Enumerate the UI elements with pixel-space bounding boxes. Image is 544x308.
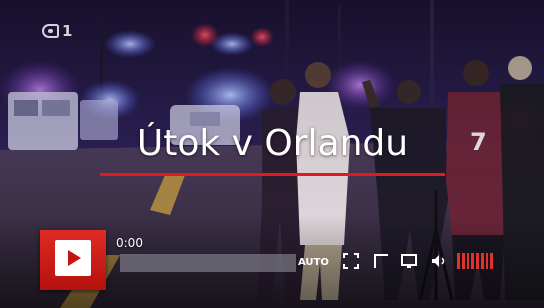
fullscreen-button[interactable]: [342, 252, 360, 270]
video-title: Útok v Orlandu: [136, 123, 409, 164]
popout-button[interactable]: [372, 252, 390, 270]
video-player[interactable]: 7 1 Útok v Orlandu 0:00 AUTO: [0, 0, 544, 308]
volume-segment: [461, 253, 465, 269]
volume-segment: [471, 253, 474, 269]
quality-selector[interactable]: AUTO: [298, 257, 329, 268]
play-button[interactable]: [40, 230, 106, 290]
volume-segment: [476, 253, 479, 269]
title-underline: [100, 173, 445, 176]
volume-segment: [485, 253, 489, 269]
cast-icon: [401, 254, 417, 268]
title-block: Útok v Orlandu: [100, 123, 445, 176]
timecode: 0:00: [116, 236, 143, 250]
volume-segment: [466, 253, 470, 269]
volume-slider[interactable]: [457, 253, 493, 269]
cast-button[interactable]: [400, 252, 418, 270]
channel-logo-number: 1: [62, 22, 74, 40]
play-icon: [55, 240, 91, 276]
volume-icon: [432, 255, 445, 267]
control-bar: 0:00 AUTO: [110, 236, 510, 282]
progress-bar[interactable]: [120, 254, 296, 272]
volume-segment: [490, 253, 493, 269]
ct-logo-icon: [42, 24, 59, 38]
volume-button[interactable]: [430, 252, 448, 270]
popout-icon: [374, 254, 388, 268]
volume-segment: [480, 253, 484, 269]
channel-logo: 1: [42, 22, 73, 40]
fullscreen-icon: [343, 253, 359, 269]
volume-segment: [457, 253, 460, 269]
